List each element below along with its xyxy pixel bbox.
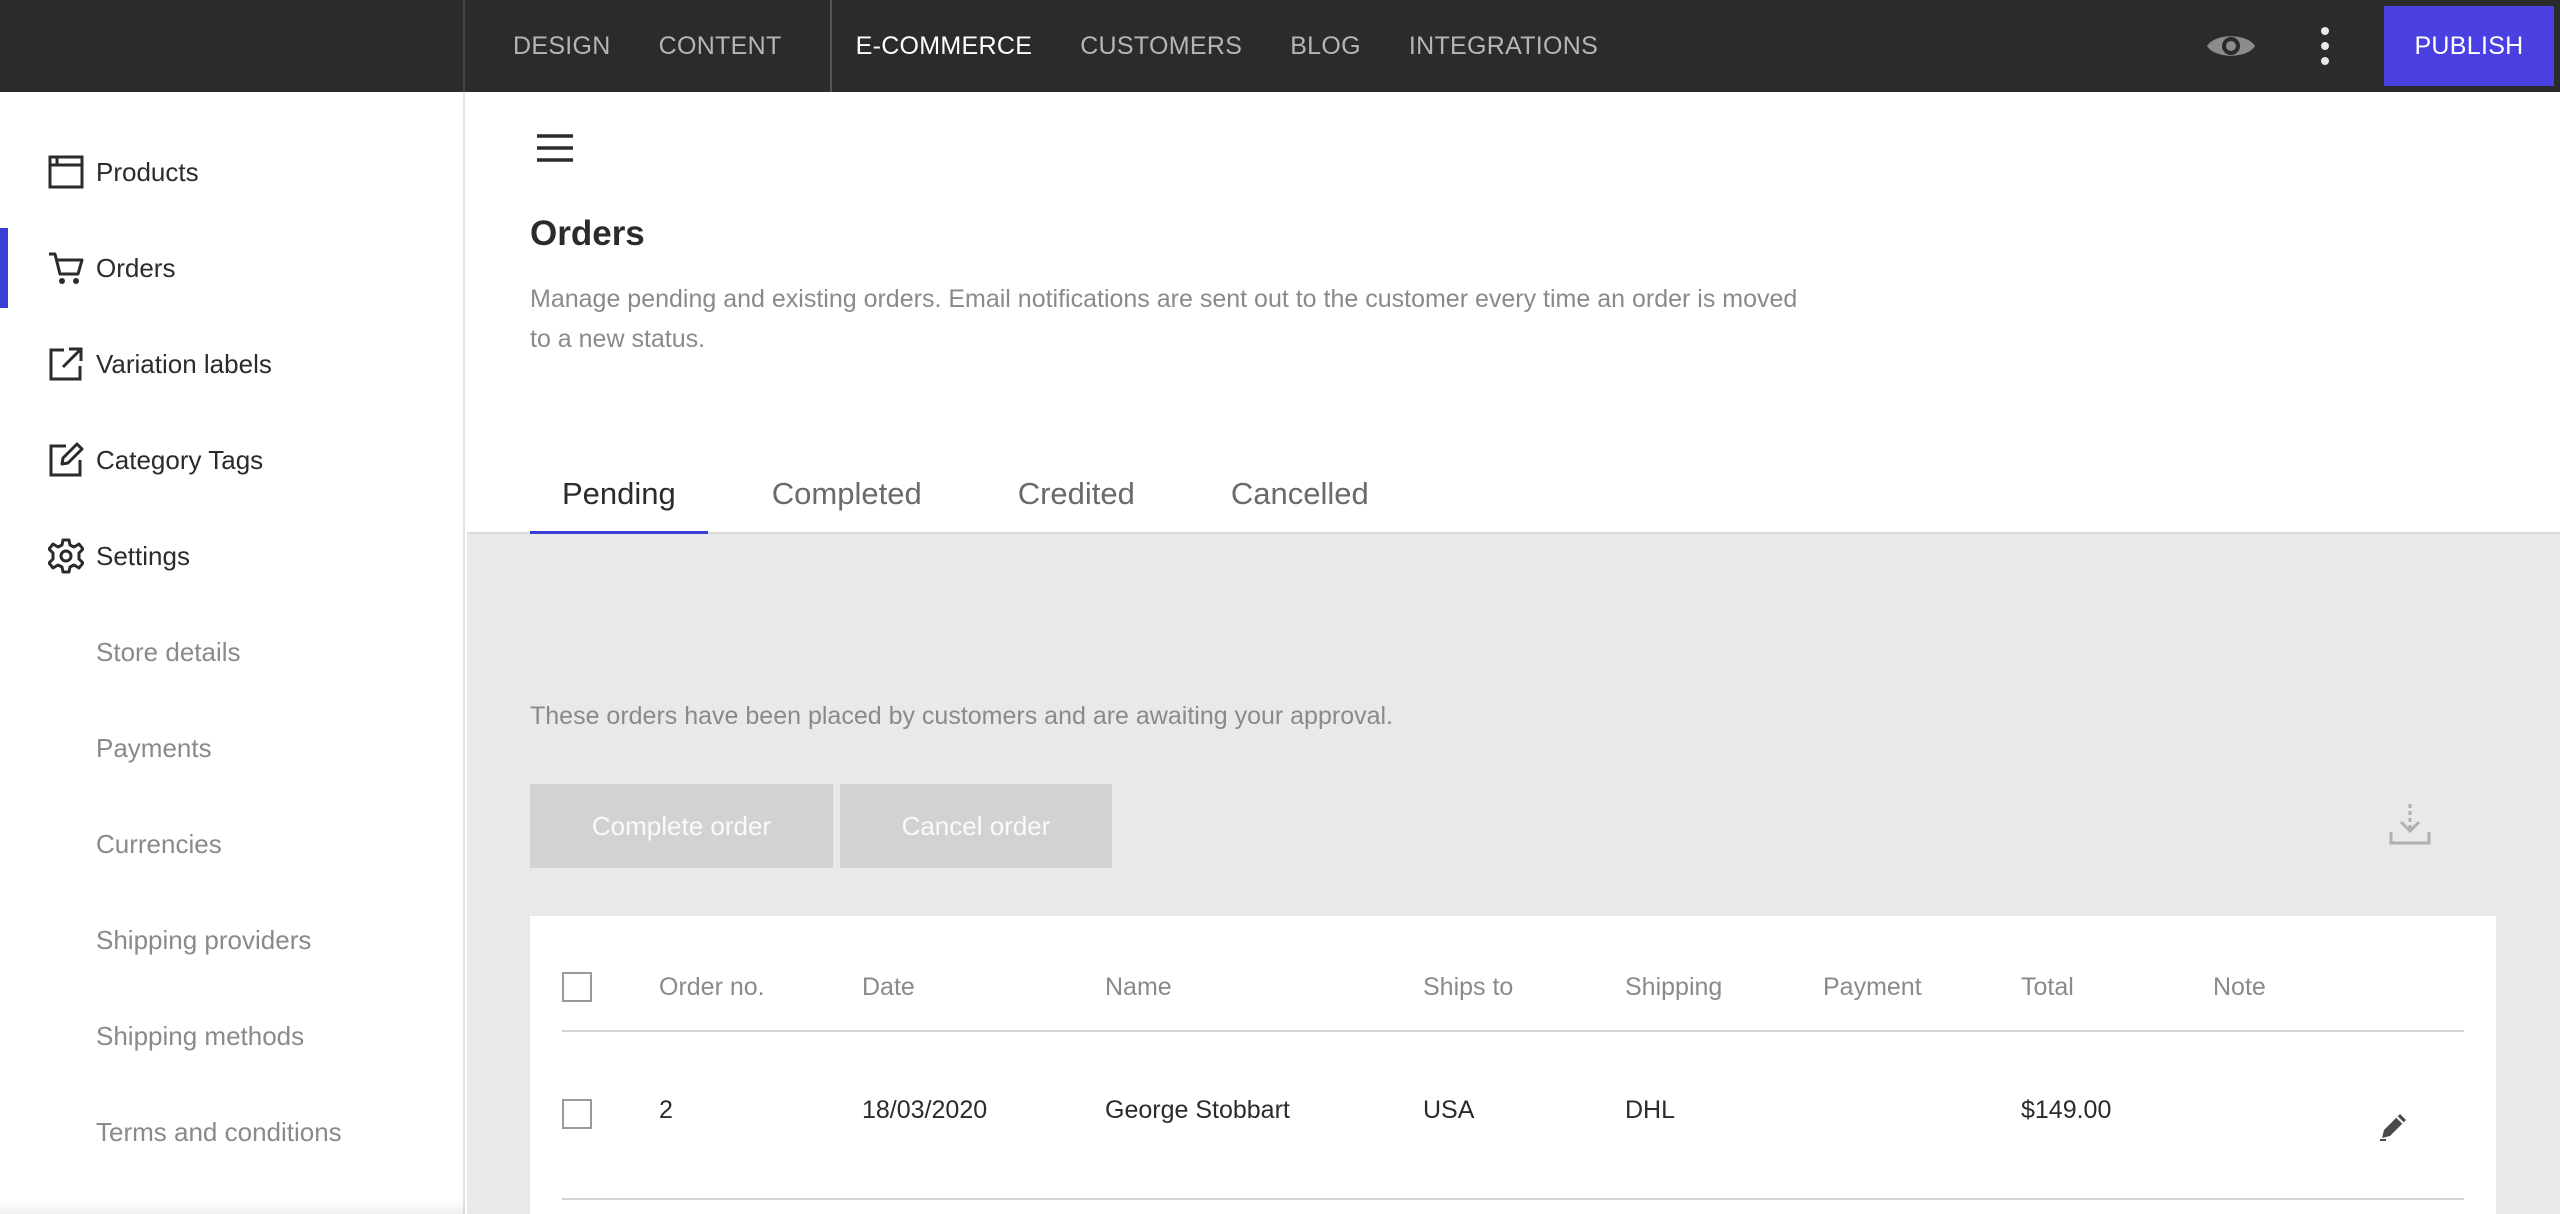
column-header[interactable]: Ships to	[1423, 973, 1513, 1002]
nav-design[interactable]: DESIGN	[465, 0, 635, 92]
orders-header: Orders Manage pending and existing order…	[467, 92, 2560, 536]
download-icon[interactable]	[2385, 800, 2435, 850]
orders-content: These orders have been placed by custome…	[467, 534, 2560, 1214]
column-header[interactable]: Order no.	[659, 973, 765, 1002]
page-description: Manage pending and existing orders. Emai…	[530, 285, 1798, 353]
sidebar-item-settings[interactable]: Settings	[0, 516, 463, 596]
top-nav: DESIGN CONTENT E-COMMERCE CUSTOMERS BLOG…	[465, 0, 1622, 92]
sidebar-subitem-currencies[interactable]: Currencies	[0, 804, 463, 884]
orders-table: Order no. Date Name Ships to Shipping Pa…	[530, 916, 2496, 1214]
column-header[interactable]: Payment	[1823, 973, 1922, 1002]
order-number-cell[interactable]: 2	[659, 1096, 673, 1125]
sidebar-subitem-label: Payments	[96, 732, 212, 763]
nav-content[interactable]: CONTENT	[635, 0, 806, 92]
sidebar-subitem-payments[interactable]: Payments	[0, 708, 463, 788]
sidebar-subitem-shipping-providers[interactable]: Shipping providers	[0, 900, 463, 980]
tab-pending[interactable]: Pending	[530, 462, 708, 536]
sidebar-subitem-label: Terms and conditions	[96, 1116, 342, 1147]
tab-credited[interactable]: Credited	[986, 462, 1167, 534]
edit-square-icon	[46, 440, 86, 480]
column-header[interactable]: Date	[862, 973, 915, 1002]
name-cell: George Stobbart	[1105, 1096, 1290, 1124]
sidebar-subitem-store-details[interactable]: Store details	[0, 612, 463, 692]
nav-ecommerce[interactable]: E-COMMERCE	[832, 0, 1057, 92]
pending-intro-text: These orders have been placed by custome…	[530, 702, 1394, 730]
row-divider	[562, 1198, 2464, 1200]
sidebar-item-label: Variation labels	[96, 348, 272, 379]
sidebar-subitem-label: Store details	[96, 636, 241, 667]
sidebar: Products Orders Variation labels Categor…	[0, 92, 465, 1214]
sidebar-item-label: Settings	[96, 540, 190, 571]
gear-icon	[46, 536, 86, 576]
row-checkbox[interactable]	[562, 1099, 592, 1129]
eye-icon[interactable]	[2204, 24, 2258, 68]
sidebar-item-variation-labels[interactable]: Variation labels	[0, 324, 463, 404]
sidebar-item-category-tags[interactable]: Category Tags	[0, 420, 463, 500]
sidebar-bottom-shadow	[0, 1200, 465, 1214]
ships-to-cell: USA	[1423, 1096, 1475, 1124]
total-cell: $149.00	[2021, 1096, 2112, 1124]
top-bar: DESIGN CONTENT E-COMMERCE CUSTOMERS BLOG…	[0, 0, 2560, 92]
cancel-order-button[interactable]: Cancel order	[840, 784, 1112, 868]
select-all-checkbox[interactable]	[562, 972, 592, 1002]
tab-completed[interactable]: Completed	[740, 462, 954, 534]
sidebar-item-label: Orders	[96, 252, 176, 283]
order-status-tabs: Pending Completed Credited Cancelled	[530, 462, 1433, 536]
column-header[interactable]: Shipping	[1625, 973, 1722, 1002]
page-title: Orders	[530, 214, 645, 253]
browser-window-icon	[46, 152, 86, 192]
header-divider	[562, 1030, 2464, 1032]
kebab-menu-icon[interactable]	[2305, 22, 2345, 70]
column-header[interactable]: Name	[1105, 973, 1172, 1002]
sidebar-item-label: Category Tags	[96, 444, 264, 475]
hamburger-icon[interactable]	[533, 128, 577, 168]
tab-cancelled[interactable]: Cancelled	[1199, 462, 1401, 534]
sidebar-item-label: Products	[96, 156, 199, 187]
publish-button[interactable]: PUBLISH	[2384, 6, 2554, 86]
complete-order-button[interactable]: Complete order	[530, 784, 833, 868]
column-header[interactable]: Note	[2213, 973, 2266, 1002]
external-link-icon	[46, 344, 86, 384]
column-header[interactable]: Total	[2021, 973, 2074, 1002]
sidebar-subitem-terms-and-conditions[interactable]: Terms and conditions	[0, 1092, 463, 1172]
shipping-cell: DHL	[1625, 1096, 1676, 1124]
nav-customers[interactable]: CUSTOMERS	[1056, 0, 1266, 92]
date-cell: 18/03/2020	[862, 1096, 988, 1124]
sidebar-subitem-label: Shipping providers	[96, 924, 312, 955]
sidebar-item-orders[interactable]: Orders	[0, 228, 463, 308]
sidebar-item-products[interactable]: Products	[0, 132, 463, 212]
nav-integrations[interactable]: INTEGRATIONS	[1385, 0, 1622, 92]
pencil-icon[interactable]	[2376, 1108, 2412, 1144]
nav-blog[interactable]: BLOG	[1266, 0, 1385, 92]
sidebar-subitem-label: Currencies	[96, 828, 222, 859]
sidebar-subitem-label: Shipping methods	[96, 1020, 305, 1051]
cart-icon	[46, 248, 86, 288]
logo-area	[0, 0, 465, 92]
sidebar-subitem-shipping-methods[interactable]: Shipping methods	[0, 996, 463, 1076]
